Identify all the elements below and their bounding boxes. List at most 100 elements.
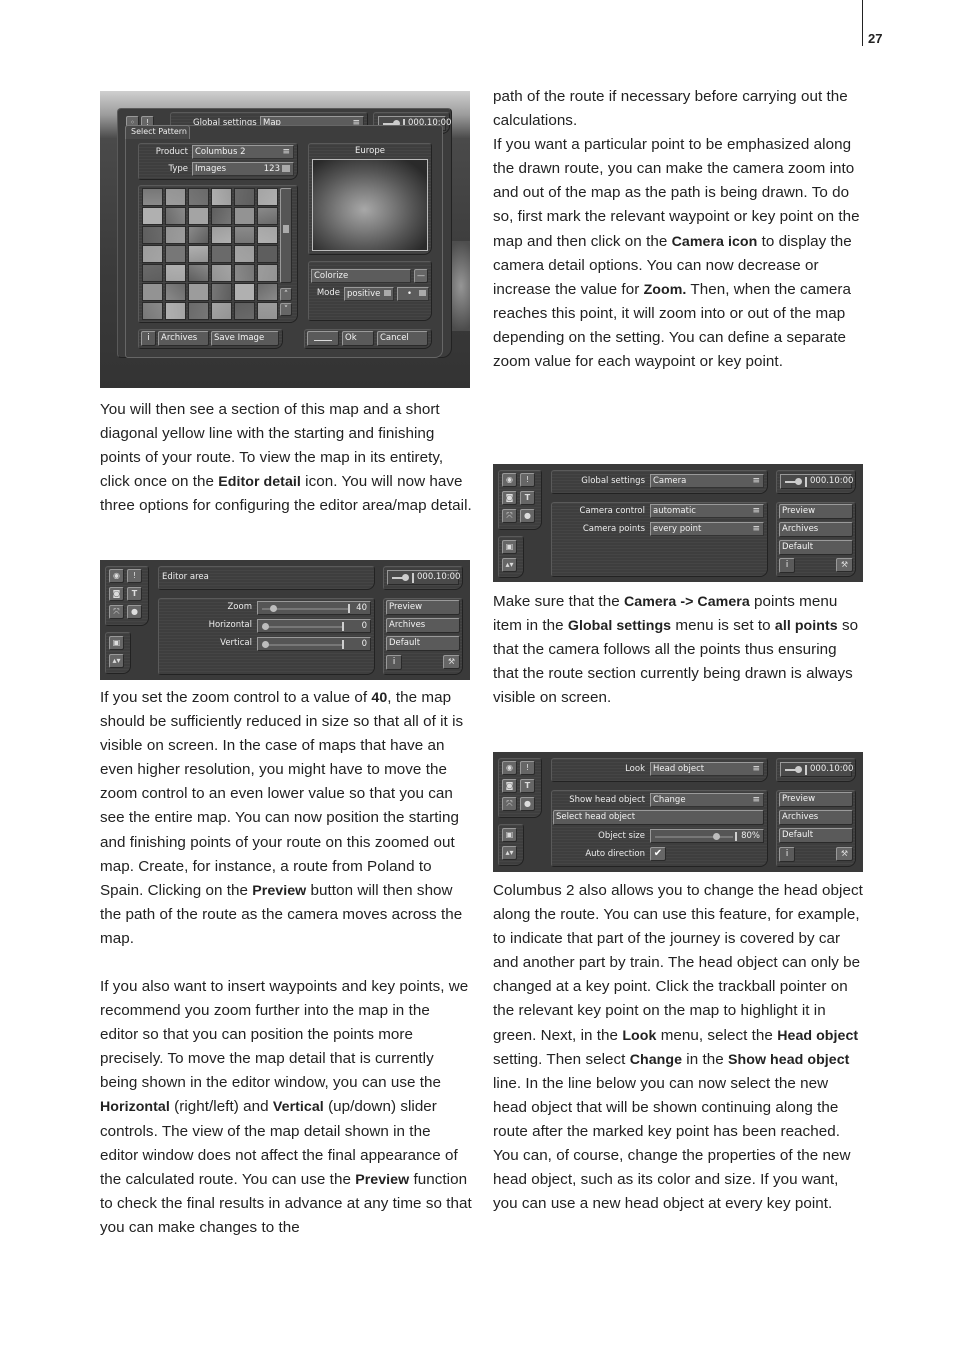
pattern-thumbnail[interactable] <box>188 188 209 206</box>
pattern-thumbnail[interactable] <box>165 226 186 244</box>
pattern-thumbnail[interactable] <box>234 207 255 225</box>
pattern-thumbnail[interactable] <box>165 264 186 282</box>
pattern-thumbnail[interactable] <box>142 264 163 282</box>
select-head-object-button[interactable]: Select head object <box>553 810 764 825</box>
pattern-thumbnail[interactable] <box>211 283 232 301</box>
pattern-thumbnail[interactable] <box>257 226 278 244</box>
camera-icon[interactable]: ◙ <box>109 587 124 601</box>
info-button[interactable]: i <box>779 847 795 862</box>
eye-icon[interactable]: ◉ <box>109 569 124 583</box>
editor-detail-icon[interactable]: ⤧ <box>109 605 124 619</box>
scroll-up-button[interactable]: ˄ <box>280 288 292 301</box>
pattern-thumbnail[interactable] <box>257 245 278 263</box>
pattern-thumbnail[interactable] <box>188 226 209 244</box>
pattern-thumbnail[interactable] <box>188 245 209 263</box>
auto-direction-checkbox[interactable]: ✔ <box>650 847 666 861</box>
pattern-thumbnail[interactable] <box>211 207 232 225</box>
archives-button[interactable]: Archives <box>779 522 853 537</box>
text-icon[interactable]: T <box>520 491 535 505</box>
pattern-thumbnail[interactable] <box>142 188 163 206</box>
pattern-thumbnail[interactable] <box>165 302 186 320</box>
pattern-thumbnail[interactable] <box>165 188 186 206</box>
default-button[interactable]: Default <box>779 540 853 555</box>
cancel-button[interactable]: Cancel <box>377 331 428 346</box>
ok-button[interactable]: Ok <box>342 331 374 346</box>
pattern-thumbnail[interactable] <box>257 264 278 282</box>
text-icon[interactable]: T <box>520 779 535 793</box>
eye-icon[interactable]: ◉ <box>502 473 517 487</box>
globe-icon[interactable]: ● <box>127 605 142 619</box>
look-select[interactable]: Head object ≡ <box>650 762 764 776</box>
frame-icon[interactable]: ▣ <box>502 828 517 842</box>
eye-icon[interactable]: ◉ <box>502 761 517 775</box>
pattern-thumbnail[interactable] <box>234 283 255 301</box>
wrench-icon[interactable]: ⚒ <box>836 847 853 861</box>
scrollbar-track[interactable] <box>280 188 292 283</box>
globe-icon[interactable]: ● <box>520 509 535 523</box>
slider-horizontal[interactable]: 0 <box>257 619 371 633</box>
pattern-thumbnail[interactable] <box>142 245 163 263</box>
archives-button[interactable]: Archives <box>779 810 853 825</box>
text-icon[interactable]: T <box>127 587 142 601</box>
slider-vertical[interactable]: 0 <box>257 637 371 651</box>
pattern-thumbnail[interactable] <box>234 264 255 282</box>
pin-icon[interactable]: ! <box>520 761 535 775</box>
pattern-thumbnail[interactable] <box>211 245 232 263</box>
pattern-thumbnail[interactable] <box>234 226 255 244</box>
archives-button[interactable]: Archives <box>158 331 209 346</box>
camera-control-select[interactable]: automatic ≡ <box>650 504 764 518</box>
pattern-thumbnail[interactable] <box>165 245 186 263</box>
pin-icon[interactable]: ! <box>127 569 142 583</box>
info-button[interactable]: i <box>779 558 795 573</box>
pattern-thumbnail[interactable] <box>257 283 278 301</box>
pattern-thumbnail[interactable] <box>165 283 186 301</box>
info-button[interactable]: i <box>141 331 156 346</box>
editor-detail-icon[interactable]: ⤧ <box>502 797 517 811</box>
pattern-thumbnail[interactable] <box>257 207 278 225</box>
camera-icon[interactable]: ◙ <box>502 491 517 505</box>
pattern-thumbnail[interactable] <box>234 188 255 206</box>
mode-select[interactable]: positive <box>344 287 394 301</box>
pattern-thumbnail[interactable] <box>142 283 163 301</box>
archives-button[interactable]: Archives <box>386 618 460 633</box>
editor-detail-icon[interactable]: ⤧ <box>502 509 517 523</box>
blank-button[interactable] <box>307 331 339 346</box>
pattern-thumbnail[interactable] <box>211 188 232 206</box>
slider-zoom[interactable]: 40 <box>257 601 371 615</box>
info-button[interactable]: i <box>386 655 402 670</box>
camera-icon[interactable]: ◙ <box>502 779 517 793</box>
pattern-thumbnail[interactable] <box>257 302 278 320</box>
pin-icon[interactable]: ! <box>520 473 535 487</box>
pattern-thumbnail[interactable] <box>211 302 232 320</box>
pattern-thumbnail[interactable] <box>188 283 209 301</box>
globe-icon[interactable]: ● <box>520 797 535 811</box>
default-button[interactable]: Default <box>386 636 460 651</box>
pattern-thumbnail[interactable] <box>188 264 209 282</box>
preview-button[interactable]: Preview <box>779 504 853 519</box>
global-settings-select[interactable]: Camera ≡ <box>650 474 764 488</box>
frame-icon[interactable]: ▣ <box>502 540 517 554</box>
pattern-thumbnail[interactable] <box>257 188 278 206</box>
pattern-thumbnail[interactable] <box>234 302 255 320</box>
default-button[interactable]: Default <box>779 828 853 843</box>
pattern-thumbnail[interactable] <box>142 207 163 225</box>
camera-points-select[interactable]: every point ≡ <box>650 522 764 536</box>
timecode-display[interactable]: 000.10:00 <box>387 570 460 585</box>
slider-knob[interactable] <box>270 605 277 612</box>
pattern-thumbnail[interactable] <box>211 226 232 244</box>
show-head-object-select[interactable]: Change ≡ <box>650 793 764 807</box>
wrench-icon[interactable]: ⚒ <box>443 655 460 669</box>
pattern-thumbnail[interactable] <box>142 226 163 244</box>
preview-button[interactable]: Preview <box>779 792 853 807</box>
arrows-icon[interactable]: ▴▾ <box>502 846 517 860</box>
wrench-icon[interactable]: ⚒ <box>836 558 853 572</box>
pattern-thumbnail[interactable] <box>142 302 163 320</box>
pattern-thumbnail[interactable] <box>188 207 209 225</box>
mode-extra-select[interactable]: • <box>397 287 429 301</box>
scrollbar-thumb[interactable] <box>283 225 289 233</box>
product-select[interactable]: Columbus 2 ≡ <box>192 145 294 159</box>
object-size-slider[interactable]: 80% <box>650 829 764 843</box>
pattern-thumbnail[interactable] <box>234 245 255 263</box>
pattern-thumbnail[interactable] <box>165 207 186 225</box>
timecode-display[interactable]: 000.10:00 <box>780 762 853 777</box>
